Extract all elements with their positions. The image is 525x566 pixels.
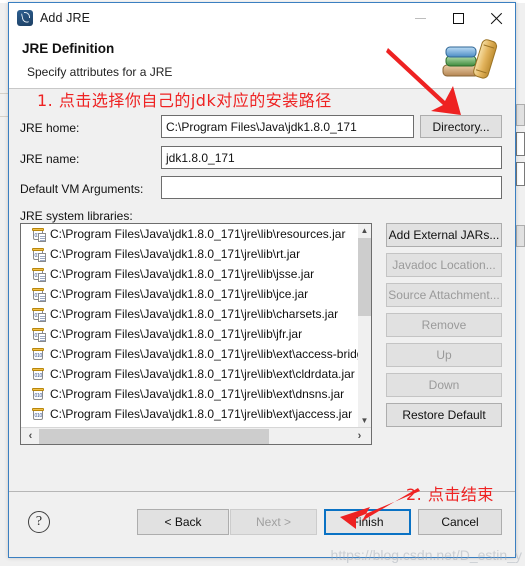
- add-external-jars-button[interactable]: Add External JARs...: [386, 223, 502, 247]
- list-item-path: C:\Program Files\Java\jdk1.8.0_171\jre\l…: [50, 287, 309, 301]
- javadoc-location-button: Javadoc Location...: [386, 253, 502, 277]
- list-item[interactable]: 010 C:\Program Files\Java\jdk1.8.0_171\jr…: [21, 364, 358, 384]
- jar-doc-icon: 010: [31, 267, 46, 282]
- jre-icon: [17, 10, 33, 26]
- jar-icon: 010: [31, 407, 45, 421]
- background-field-2: [516, 162, 525, 186]
- list-item-path: C:\Program Files\Java\jdk1.8.0_171\jre\l…: [50, 307, 339, 321]
- jar-doc-icon: 010: [31, 307, 46, 322]
- back-button[interactable]: < Back: [137, 509, 229, 535]
- dialog-titlebar[interactable]: Add JRE: [9, 3, 515, 33]
- list-item[interactable]: 010 C:\Program Files\Java\jdk1.8.0_171\jr…: [21, 264, 358, 284]
- list-item[interactable]: 010 C:\Program Files\Java\jdk1.8.0_171\jr…: [21, 224, 358, 244]
- annotation-arrow-2: [340, 488, 420, 529]
- list-item[interactable]: 010 C:\Program Files\Java\jdk1.8.0_171\jr…: [21, 324, 358, 344]
- page-subtitle: Specify attributes for a JRE: [27, 65, 173, 79]
- restore-default-button[interactable]: Restore Default: [386, 403, 502, 427]
- list-item-path: C:\Program Files\Java\jdk1.8.0_171\jre\l…: [50, 367, 355, 381]
- jar-doc-icon: 010: [31, 247, 46, 262]
- list-item-path: C:\Program Files\Java\jdk1.8.0_171\jre\l…: [50, 407, 353, 421]
- jar-doc-icon: 010: [31, 227, 46, 242]
- library-rows: 010 C:\Program Files\Java\jdk1.8.0_171\jr…: [21, 224, 358, 427]
- watermark: https://blog.csdn.net/D_estin_y: [330, 547, 522, 563]
- list-item-path: C:\Program Files\Java\jdk1.8.0_171\jre\l…: [50, 347, 358, 361]
- annotation-step-1: 1. 点击选择你自己的jdk对应的安装路径: [37, 91, 332, 110]
- jar-icon: 010: [31, 367, 45, 381]
- jre-home-input[interactable]: C:\Program Files\Java\jdk1.8.0_171: [161, 115, 414, 138]
- background-field-1: [516, 132, 525, 156]
- help-icon[interactable]: ?: [28, 511, 50, 533]
- jre-name-input[interactable]: jdk1.8.0_171: [161, 146, 502, 169]
- next-button: Next >: [230, 509, 317, 535]
- list-item[interactable]: 010 C:\Program Files\Java\jdk1.8.0_171\jr…: [21, 304, 358, 324]
- scroll-left-icon[interactable]: ‹: [23, 428, 38, 444]
- list-item[interactable]: 010 C:\Program Files\Java\jdk1.8.0_171\jr…: [21, 404, 358, 424]
- list-item-path: C:\Program Files\Java\jdk1.8.0_171\jre\l…: [50, 227, 346, 241]
- jre-home-label: JRE home:: [20, 121, 80, 135]
- minimize-button[interactable]: [401, 3, 439, 33]
- background-right: [515, 0, 525, 566]
- vm-arguments-input[interactable]: [161, 176, 502, 199]
- up-button: Up: [386, 343, 502, 367]
- scroll-right-icon[interactable]: ›: [352, 428, 367, 444]
- vm-arguments-label: Default VM Arguments:: [20, 182, 144, 196]
- down-button: Down: [386, 373, 502, 397]
- jar-doc-icon: 010: [31, 327, 46, 342]
- dialog-body: JRE home: C:\Program Files\Java\jdk1.8.0…: [9, 89, 515, 471]
- jar-icon: 010: [31, 387, 45, 401]
- scroll-down-icon[interactable]: ▼: [358, 414, 371, 427]
- list-vertical-scrollbar[interactable]: ▲ ▼: [358, 224, 371, 427]
- scroll-up-icon[interactable]: ▲: [358, 224, 371, 237]
- close-button[interactable]: [477, 3, 515, 33]
- annotation-arrow-1: [386, 48, 461, 115]
- background-button-2: [516, 225, 525, 247]
- close-icon: [490, 12, 503, 25]
- vertical-scroll-thumb[interactable]: [358, 238, 371, 316]
- list-item[interactable]: 010 C:\Program Files\Java\jdk1.8.0_171\jr…: [21, 344, 358, 364]
- list-item[interactable]: 010 C:\Program Files\Java\jdk1.8.0_171\jr…: [21, 384, 358, 404]
- list-item[interactable]: 010 C:\Program Files\Java\jdk1.8.0_171\jr…: [21, 284, 358, 304]
- list-item-path: C:\Program Files\Java\jdk1.8.0_171\jre\l…: [50, 247, 301, 261]
- minimize-icon: [414, 17, 426, 19]
- list-item-path: C:\Program Files\Java\jdk1.8.0_171\jre\l…: [50, 327, 303, 341]
- jar-doc-icon: 010: [31, 287, 46, 302]
- window-controls: [401, 3, 515, 33]
- list-item[interactable]: 010 C:\Program Files\Java\jdk1.8.0_171\jr…: [21, 244, 358, 264]
- remove-button: Remove: [386, 313, 502, 337]
- list-horizontal-scrollbar[interactable]: ‹ ›: [21, 427, 371, 444]
- source-attachment-button: Source Attachment...: [386, 283, 502, 307]
- page-title: JRE Definition: [22, 41, 115, 56]
- screenshot-root: Add JRE JRE Definition Specify attribute…: [0, 0, 525, 566]
- list-item-path: C:\Program Files\Java\jdk1.8.0_171\jre\l…: [50, 387, 345, 401]
- dialog-title: Add JRE: [40, 11, 91, 25]
- background-button-1: [516, 104, 525, 126]
- jre-system-libraries-label: JRE system libraries:: [20, 209, 133, 223]
- jre-name-label: JRE name:: [20, 152, 80, 166]
- jar-icon: 010: [31, 347, 45, 361]
- maximize-button[interactable]: [439, 3, 477, 33]
- jre-libraries-list[interactable]: 010 C:\Program Files\Java\jdk1.8.0_171\jr…: [20, 223, 372, 445]
- maximize-icon: [452, 12, 464, 24]
- list-item-path: C:\Program Files\Java\jdk1.8.0_171\jre\l…: [50, 267, 315, 281]
- cancel-button[interactable]: Cancel: [418, 509, 502, 535]
- background-text-snippet: [0, 0, 3, 12]
- horizontal-scroll-thumb[interactable]: [39, 429, 269, 444]
